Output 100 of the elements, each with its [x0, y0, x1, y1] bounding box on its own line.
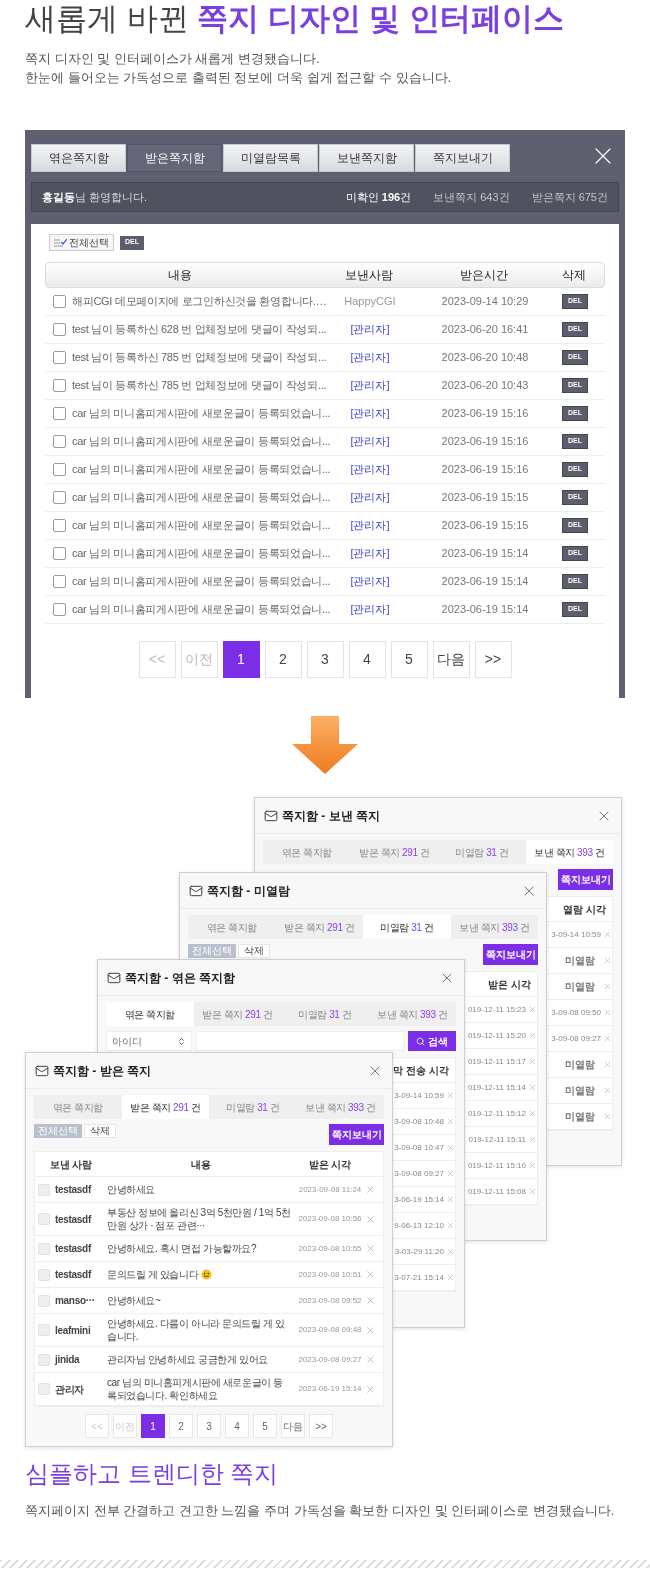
message-row[interactable]: manso··· 안녕하세요~ 2023-09-08 09:52 — [35, 1288, 383, 1314]
page-button[interactable]: 5 — [390, 641, 428, 678]
delete-icon[interactable] — [365, 1383, 376, 1395]
tab[interactable]: 미열람 31 건 — [438, 840, 526, 864]
message-subject[interactable]: car 님의 미니홈피게시판에 새로운글이 등록되었습니... — [72, 405, 331, 422]
message-subject[interactable]: 안녕하세요. 다름이 아니라 문의드릴 게 있습니다. — [107, 1317, 291, 1343]
message-subject[interactable]: car 님의 미니홈피게시판에 새로운글이 등록되었습니... — [72, 517, 331, 534]
message-subject[interactable]: test 님이 등록하신 785 번 업체정보에 댓글이 작성되... — [72, 349, 327, 366]
checkbox[interactable] — [53, 435, 66, 448]
tab[interactable]: 엮은쪽지함 — [31, 144, 126, 172]
search-button[interactable]: 검색 — [408, 1031, 456, 1051]
delete-icon[interactable] — [365, 1295, 376, 1306]
checkbox[interactable] — [53, 379, 66, 392]
message-subject[interactable]: car 님의 미니홈피게시판에 새로운글이 등록되었습니... — [72, 573, 331, 590]
tab[interactable]: 보낸 쪽지 393 건 — [296, 1095, 384, 1119]
delete-icon[interactable] — [603, 1034, 612, 1043]
message-subject[interactable]: car 님의 미니홈피게시판에 새로운글이 등록되었습니다. 확인하세요 — [107, 1376, 291, 1402]
search-type-select[interactable]: 아이디 — [106, 1031, 192, 1051]
tab[interactable]: 보낸 쪽지 393 건 — [368, 1002, 456, 1026]
delete-icon[interactable] — [528, 1005, 537, 1014]
message-subject[interactable]: test 님이 등록하신 785 번 업체정보에 댓글이 작성되... — [72, 377, 327, 394]
page-button[interactable]: 3 — [197, 1414, 221, 1438]
message-subject[interactable]: car 님의 미니홈피게시판에 새로운글이 등록되었습니... — [72, 489, 331, 506]
delete-icon[interactable] — [528, 1083, 537, 1092]
delete-button[interactable]: 삭제 — [238, 944, 270, 958]
delete-icon[interactable] — [528, 1161, 537, 1170]
checkbox[interactable] — [53, 295, 66, 308]
select-all-button[interactable]: 전체선택 — [49, 234, 114, 251]
delete-icon[interactable] — [603, 1112, 612, 1121]
delete-icon[interactable] — [528, 1109, 537, 1118]
delete-icon[interactable] — [446, 1273, 455, 1282]
page-button[interactable]: 다음 — [281, 1414, 305, 1438]
tab[interactable]: 보낸 쪽지 393 건 — [450, 915, 538, 939]
page-button[interactable]: >> — [309, 1414, 333, 1438]
delete-icon[interactable] — [603, 956, 612, 965]
message-row[interactable]: leafmini 안녕하세요. 다름이 아니라 문의드릴 게 있습니다. 2023-09-08 09:48 — [35, 1314, 383, 1347]
checkbox[interactable] — [53, 491, 66, 504]
compose-button[interactable]: 쪽지보내기 — [558, 869, 613, 890]
tab[interactable]: 엮은 쪽지함 — [106, 1002, 194, 1026]
message-subject[interactable]: 해피CGI 데모페이지에 로그인하신것을 환영합니다.… — [72, 293, 327, 310]
message-subject[interactable]: 안녕하세요. 혹시 면접 가능할까요? — [107, 1242, 257, 1255]
delete-icon[interactable] — [365, 1324, 376, 1336]
tab[interactable]: 쪽지보내기 — [415, 144, 510, 172]
page-button[interactable]: 2 — [169, 1414, 193, 1438]
page-button[interactable]: 4 — [225, 1414, 249, 1438]
delete-icon[interactable] — [446, 1117, 455, 1126]
page-button[interactable]: 1 — [222, 641, 260, 678]
tab[interactable]: 받은 쪽지 291 건 — [193, 1002, 281, 1026]
delete-icon[interactable] — [603, 1086, 612, 1095]
delete-icon[interactable] — [446, 1143, 455, 1152]
tab[interactable]: 받은 쪽지 291 건 — [275, 915, 363, 939]
delete-icon[interactable] — [603, 982, 612, 991]
delete-icon[interactable] — [528, 1135, 537, 1144]
tab[interactable]: 엮은 쪽지함 — [188, 915, 276, 939]
message-subject[interactable]: 부동산 정보에 올리신 3억 5천만원 / 1억 5천만원 상가 · 점포 관련··· — [107, 1206, 291, 1232]
checkbox[interactable] — [53, 603, 66, 616]
search-field[interactable] — [196, 1031, 404, 1051]
tab[interactable]: 보낸 쪽지 393 건 — [525, 840, 613, 864]
tab[interactable]: 엮은 쪽지함 — [263, 840, 351, 864]
message-row[interactable]: 관리자 car 님의 미니홈피게시판에 새로운글이 등록되었습니다. 확인하세요 2023-06-19 15:14 — [35, 1373, 383, 1406]
message-subject[interactable]: 안녕하세요 — [107, 1183, 155, 1196]
page-button[interactable]: 다음 — [432, 641, 470, 678]
delete-icon[interactable] — [365, 1269, 376, 1280]
delete-icon[interactable] — [528, 1031, 537, 1040]
tab[interactable]: 받은쪽지함 — [127, 144, 222, 172]
page-button[interactable]: 4 — [348, 641, 386, 678]
message-row[interactable]: testasdf 안녕하세요. 혹시 면접 가능할까요? 2023-09-08 10:55 — [35, 1236, 383, 1262]
checkbox[interactable] — [53, 407, 66, 420]
message-row[interactable]: testasdf 문의드릴 게 있습니다 2023-09-08 10:51 — [35, 1262, 383, 1288]
delete-icon[interactable] — [365, 1213, 376, 1225]
message-row[interactable]: testasdf 부동산 정보에 올리신 3억 5천만원 / 1억 5천만원 상가 · 점포 관련··· 2023-09-08 10:56 — [35, 1203, 383, 1236]
page-button[interactable]: 3 — [306, 641, 344, 678]
checkbox[interactable] — [53, 463, 66, 476]
page-button[interactable]: >> — [474, 641, 512, 678]
delete-icon[interactable] — [365, 1243, 376, 1254]
tab[interactable]: 보낸쪽지함 — [319, 144, 414, 172]
delete-icon[interactable] — [603, 1008, 612, 1017]
delete-icon[interactable] — [603, 1060, 612, 1069]
message-subject[interactable]: car 님의 미니홈피게시판에 새로운글이 등록되었습니... — [72, 461, 331, 478]
tab[interactable]: 미열람 31 건 — [281, 1002, 369, 1026]
checkbox[interactable] — [53, 519, 66, 532]
tab[interactable]: 받은 쪽지 291 건 — [350, 840, 438, 864]
tab[interactable]: 미열람 31 건 — [209, 1095, 297, 1119]
tab[interactable]: 미열람목록 — [223, 144, 318, 172]
delete-icon[interactable] — [365, 1354, 376, 1365]
compose-button[interactable]: 쪽지보내기 — [329, 1124, 384, 1145]
page-button[interactable]: 2 — [264, 641, 302, 678]
delete-icon[interactable] — [446, 1247, 455, 1256]
message-row[interactable]: jinida 관리자님 안녕하세요 궁금한게 있어요 2023-09-08 09:27 — [35, 1347, 383, 1373]
page-button[interactable]: 5 — [253, 1414, 277, 1438]
message-subject[interactable]: car 님의 미니홈피게시판에 새로운글이 등록되었습니... — [72, 433, 331, 450]
message-subject[interactable]: car 님의 미니홈피게시판에 새로운글이 등록되었습니... — [72, 545, 331, 562]
checkbox[interactable] — [53, 547, 66, 560]
page-button[interactable]: 1 — [141, 1414, 165, 1438]
delete-icon[interactable] — [446, 1169, 455, 1178]
tab[interactable]: 미열람 31 건 — [363, 915, 451, 939]
message-subject[interactable]: 안녕하세요~ — [107, 1294, 161, 1307]
delete-icon[interactable] — [528, 1187, 537, 1196]
message-subject[interactable]: 관리자님 안녕하세요 궁금한게 있어요 — [107, 1353, 268, 1366]
tab[interactable]: 엮은 쪽지함 — [34, 1095, 122, 1119]
